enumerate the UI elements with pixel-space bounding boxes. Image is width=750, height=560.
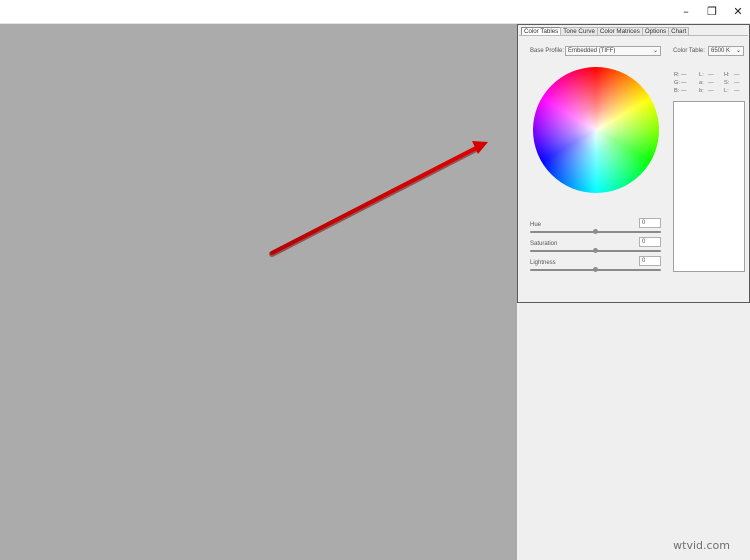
readout-hsl-l-label: L: — [724, 88, 729, 94]
saturation-label: Saturation — [530, 241, 558, 247]
restore-icon[interactable]: ❐ — [698, 0, 726, 22]
watermark-text: wtvid.com — [673, 539, 730, 552]
chevron-down-icon: ⌄ — [735, 48, 741, 54]
readout-lab-l-value: — — [708, 72, 714, 78]
hue-slider-track[interactable] — [530, 229, 661, 234]
readout-b-lab-label: b: — [699, 88, 704, 94]
readout-b-label: B: — [674, 88, 680, 94]
saturation-slider-track[interactable] — [530, 248, 661, 253]
lightness-value-field[interactable]: 0 — [639, 256, 661, 266]
image-canvas[interactable] — [0, 24, 517, 560]
title-bar: – ❐ ✕ — [0, 0, 750, 24]
base-profile-select[interactable]: Embedded (TIFF) ⌄ — [565, 46, 661, 56]
hue-label: Hue — [530, 222, 542, 228]
lightness-slider-track[interactable] — [530, 267, 661, 272]
color-wheel[interactable] — [533, 67, 659, 193]
hue-value-field[interactable]: 0 — [639, 218, 661, 228]
readout-s-value: — — [734, 80, 740, 86]
color-table-value: 6500 K — [711, 48, 731, 54]
readout-r-label: R: — [674, 72, 680, 78]
lightness-slider-thumb[interactable] — [593, 267, 598, 272]
lightness-label: Lightness — [530, 260, 556, 266]
saturation-slider-thumb[interactable] — [593, 248, 598, 253]
color-settings-panel: Color Tables Tone Curve Color Matrices O… — [517, 24, 750, 303]
readout-g-value: — — [681, 80, 687, 86]
color-table-list[interactable] — [673, 101, 745, 272]
base-profile-label: Base Profile: — [530, 48, 565, 54]
readout-lab-l-label: L: — [699, 72, 704, 78]
red-arrow-annotation — [269, 141, 488, 257]
tab-divider — [519, 35, 748, 36]
readout-a-value: — — [708, 80, 714, 86]
saturation-value-field[interactable]: 0 — [639, 237, 661, 247]
readout-b-lab-value: — — [708, 88, 714, 94]
base-profile-value: Embedded (TIFF) — [568, 48, 616, 54]
readout-r-value: — — [681, 72, 687, 78]
readout-hsl-l-value: — — [734, 88, 740, 94]
chevron-down-icon: ⌄ — [652, 48, 658, 54]
readout-s-label: S: — [724, 80, 730, 86]
color-table-select[interactable]: 6500 K ⌄ — [708, 46, 744, 56]
minimize-icon[interactable]: – — [672, 0, 700, 22]
readout-g-label: G: — [674, 80, 680, 86]
readout-b-value: — — [681, 88, 687, 94]
readout-h-value: — — [734, 72, 740, 78]
hue-slider-thumb[interactable] — [593, 229, 598, 234]
close-icon[interactable]: ✕ — [724, 0, 750, 22]
readout-h-label: H: — [724, 72, 730, 78]
readout-a-label: a: — [699, 80, 704, 86]
color-table-label: Color Table: — [673, 48, 705, 54]
